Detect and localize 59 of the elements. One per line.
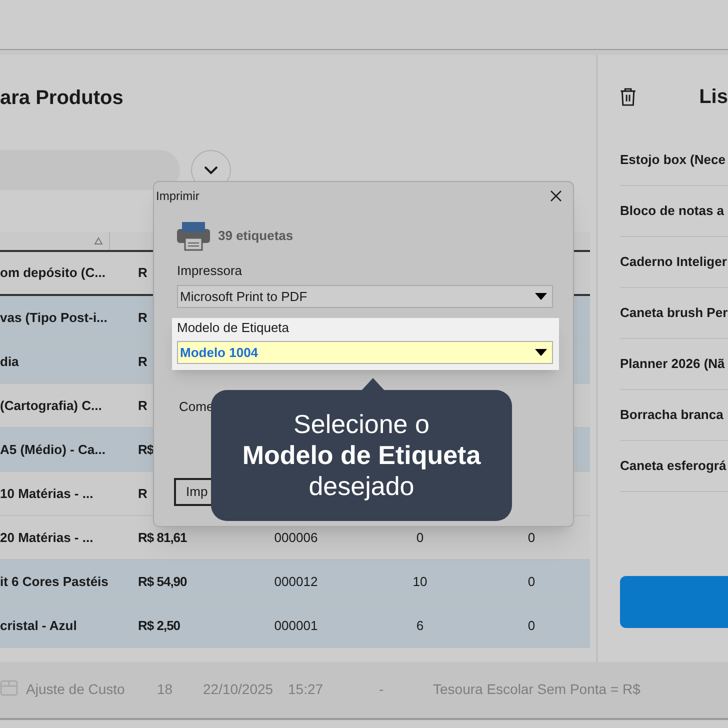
table-cell: R [138, 354, 147, 369]
table-cell: 0 [416, 530, 424, 545]
list-item[interactable]: Caneta brush Per [620, 303, 728, 323]
table-cell: 000001 [274, 618, 318, 633]
table-cell: 000006 [274, 530, 318, 545]
table-row[interactable]: cristal - Azul R$ 2,50 000001 6 0 [0, 604, 590, 648]
dialog-title: Imprimir [156, 188, 200, 205]
status-text: - [379, 680, 384, 699]
table-cell: 0 [528, 618, 536, 633]
list-item[interactable]: Planner 2026 (Nã [620, 354, 725, 374]
box-icon [0, 678, 18, 696]
status-text: 18 [157, 680, 173, 699]
list-item[interactable]: Caneta esferográ [620, 456, 726, 476]
table-cell: dia [0, 354, 19, 369]
tooltip-text: Selecione o Modelo de Etiqueta desejado [242, 409, 481, 502]
table-cell: R [138, 398, 147, 413]
table-cell: R$ [138, 442, 154, 457]
table-cell: R$ 81,61 [138, 530, 187, 545]
page-title: ara Produtos [0, 86, 124, 110]
list-item[interactable]: Estojo box (Nece [620, 150, 726, 170]
table-row[interactable]: it 6 Cores Pastéis R$ 54,90 000012 10 0 [0, 560, 590, 604]
model-select[interactable]: Modelo 1004 [177, 341, 553, 364]
model-label: Modelo de Etiqueta [177, 320, 290, 336]
table-cell: vas (Tipo Post-i... [0, 310, 108, 325]
table-cell: 0 [528, 530, 536, 545]
list-item[interactable]: Caderno Inteliger [620, 252, 727, 272]
table-cell: (Cartografia) C... [0, 398, 102, 413]
table-cell: 000012 [274, 574, 318, 589]
list-item[interactable]: Bloco de notas a [620, 201, 724, 221]
table-cell: 10 [412, 574, 428, 589]
table-cell: 0 [528, 574, 536, 589]
status-text: Tesoura Escolar Sem Ponta = R$ [433, 680, 640, 699]
label-count: 39 etiquetas [218, 227, 294, 246]
table-cell: 6 [416, 618, 424, 633]
printer-select[interactable]: Microsoft Print to PDF [177, 285, 553, 308]
chevron-down-icon [204, 166, 218, 174]
table-cell: R [138, 486, 147, 501]
status-text: 15:27 [288, 680, 324, 699]
table-cell: 20 Matérias - ... [0, 530, 94, 545]
table-cell: om depósito (C... [0, 265, 106, 280]
panel-title: Lis [699, 85, 728, 110]
status-text: Ajuste de Custo [26, 680, 125, 699]
table-cell: R [138, 310, 147, 325]
status-text: 22/10/2025 [203, 680, 274, 699]
search-field[interactable] [0, 150, 180, 190]
table-cell: cristal - Azul [0, 618, 77, 633]
printer-label: Impressora [177, 263, 242, 279]
table-cell: 10 Matérias - ... [0, 486, 94, 501]
table-cell: R [138, 265, 147, 280]
close-icon[interactable] [550, 190, 562, 202]
table-cell: R$ 54,90 [138, 574, 187, 589]
table-cell: it 6 Cores Pastéis [0, 574, 108, 589]
sort-icon[interactable] [94, 237, 103, 245]
printer-icon [177, 221, 210, 251]
dropdown-arrow-icon [535, 349, 547, 356]
dropdown-arrow-icon [535, 293, 547, 300]
list-item[interactable]: Borracha branca [620, 405, 724, 425]
table-cell: A5 (Médio) - Ca... [0, 442, 106, 457]
table-cell: R$ 2,50 [138, 618, 180, 633]
